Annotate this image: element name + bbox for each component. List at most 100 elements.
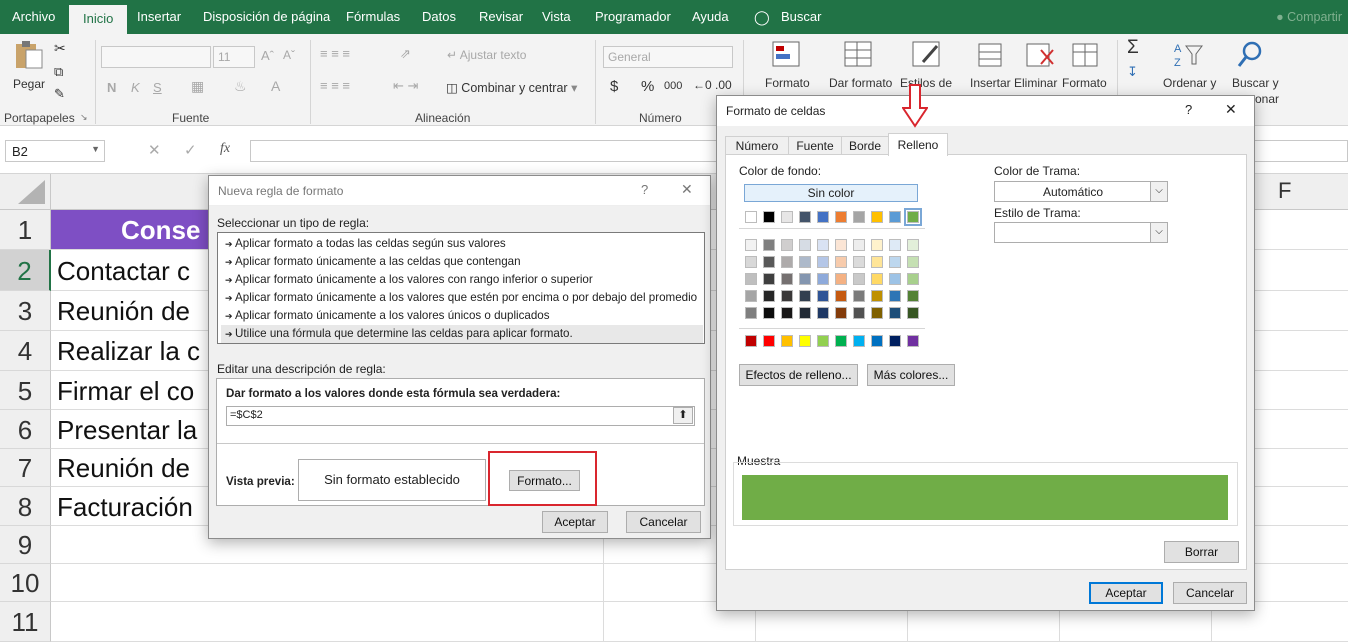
color-swatch[interactable] xyxy=(817,211,829,223)
italic-button[interactable]: K xyxy=(131,80,140,95)
color-swatch[interactable] xyxy=(745,239,757,251)
color-swatch[interactable] xyxy=(745,335,757,347)
color-swatch[interactable] xyxy=(889,335,901,347)
row-header-9[interactable]: 9 xyxy=(0,526,51,564)
color-swatch[interactable] xyxy=(745,290,757,302)
color-swatch[interactable] xyxy=(907,239,919,251)
cancel-button[interactable]: Cancelar xyxy=(626,511,701,533)
share-button[interactable]: ● Compartir xyxy=(1276,10,1342,24)
autosum-icon[interactable]: Σ xyxy=(1127,37,1139,59)
font-size-combo[interactable]: 11 xyxy=(213,46,255,68)
color-swatch[interactable] xyxy=(907,335,919,347)
color-swatch[interactable] xyxy=(763,307,775,319)
clear-button[interactable]: Borrar xyxy=(1164,541,1239,563)
row-header-10[interactable]: 10 xyxy=(0,564,51,602)
row-header-5[interactable]: 5 xyxy=(0,371,51,410)
task-cell[interactable]: Realizar la c xyxy=(51,331,211,371)
rule-type-item[interactable]: ➔ Aplicar formato únicamente a los valor… xyxy=(221,271,703,289)
paste-icon[interactable] xyxy=(12,40,46,70)
rule-type-list[interactable]: ➔ Aplicar formato a todas las celdas seg… xyxy=(217,232,705,344)
delete-cells-icon[interactable] xyxy=(1023,40,1057,70)
color-swatch[interactable] xyxy=(745,211,757,223)
color-swatch[interactable] xyxy=(817,239,829,251)
borders-icon[interactable]: ▦ xyxy=(191,78,204,95)
color-swatch[interactable] xyxy=(763,290,775,302)
fill-color-icon[interactable]: ♨ xyxy=(234,78,247,95)
task-cell[interactable]: Presentar la xyxy=(51,410,211,449)
find-select-button[interactable]: Buscar y xyxy=(1232,76,1279,90)
color-swatch[interactable] xyxy=(799,290,811,302)
task-cell[interactable]: Reunión de xyxy=(51,291,211,331)
color-swatch[interactable] xyxy=(817,256,829,268)
find-select-icon[interactable] xyxy=(1234,40,1268,70)
color-swatch[interactable] xyxy=(799,273,811,285)
color-swatch[interactable] xyxy=(853,273,865,285)
rule-type-item[interactable]: ➔ Aplicar formato únicamente a los valor… xyxy=(221,289,703,307)
color-swatch[interactable] xyxy=(781,290,793,302)
row-header-6[interactable]: 6 xyxy=(0,410,51,449)
color-swatch[interactable] xyxy=(817,335,829,347)
color-swatch[interactable] xyxy=(853,335,865,347)
row-header-11[interactable]: 11 xyxy=(0,602,51,642)
color-swatch[interactable] xyxy=(781,273,793,285)
row-header-3[interactable]: 3 xyxy=(0,291,51,331)
align-left-icon[interactable]: ≡ ≡ ≡ xyxy=(320,78,350,93)
header-cell[interactable]: Conse xyxy=(51,210,211,250)
color-swatch[interactable] xyxy=(871,273,883,285)
ok-button[interactable]: Aceptar xyxy=(1089,582,1163,604)
help-button[interactable]: ? xyxy=(641,182,648,197)
color-swatch[interactable] xyxy=(907,273,919,285)
fill-icon[interactable]: ↧ xyxy=(1127,64,1138,80)
task-cell[interactable]: Contactar c xyxy=(51,250,211,291)
color-swatch[interactable] xyxy=(871,290,883,302)
row-header-4[interactable]: 4 xyxy=(0,331,51,371)
row-header-7[interactable]: 7 xyxy=(0,449,51,487)
tab-relleno[interactable]: Relleno xyxy=(888,133,948,156)
color-swatch[interactable] xyxy=(835,335,847,347)
sort-filter-button[interactable]: Ordenar y xyxy=(1163,76,1216,90)
grow-font-icon[interactable]: Aˆ xyxy=(261,48,274,63)
merge-center-button[interactable]: ◫ Combinar y centrar ▾ xyxy=(446,80,577,95)
color-swatch[interactable] xyxy=(907,290,919,302)
tab-revisar[interactable]: Revisar xyxy=(479,9,523,24)
color-swatch[interactable] xyxy=(817,290,829,302)
delete-cells-button[interactable]: Eliminar xyxy=(1014,76,1057,90)
column-header-f[interactable]: F xyxy=(1278,178,1291,204)
row-header-1[interactable]: 1 xyxy=(0,210,51,250)
close-button[interactable]: ✕ xyxy=(681,181,693,198)
color-swatch[interactable] xyxy=(853,307,865,319)
color-swatch[interactable] xyxy=(763,273,775,285)
color-swatch[interactable] xyxy=(871,335,883,347)
rule-type-item[interactable]: ➔ Aplicar formato únicamente a las celda… xyxy=(221,253,703,271)
task-cell[interactable]: Facturación xyxy=(51,487,211,526)
color-swatch[interactable] xyxy=(889,256,901,268)
number-format-combo[interactable]: General xyxy=(603,46,733,68)
launcher-icon[interactable]: ↘ xyxy=(80,112,88,123)
color-swatch[interactable] xyxy=(781,335,793,347)
color-swatch[interactable] xyxy=(871,307,883,319)
cancel-button[interactable]: Cancelar xyxy=(1173,582,1247,604)
color-swatch[interactable] xyxy=(799,307,811,319)
indent-icon[interactable]: ⇤ ⇥ xyxy=(393,78,418,94)
more-colors-button[interactable]: Más colores... xyxy=(867,364,955,386)
rule-type-item[interactable]: ➔ Aplicar formato únicamente a los valor… xyxy=(221,307,703,325)
cut-icon[interactable]: ✂ xyxy=(54,40,66,57)
insert-cells-button[interactable]: Insertar xyxy=(970,76,1011,90)
color-swatch[interactable] xyxy=(781,256,793,268)
rule-type-item[interactable]: ➔ Utilice una fórmula que determine las … xyxy=(221,325,703,343)
tab-inicio[interactable]: Inicio xyxy=(69,5,128,34)
color-swatch[interactable] xyxy=(853,256,865,268)
color-swatch[interactable] xyxy=(763,211,775,223)
color-swatch[interactable] xyxy=(871,256,883,268)
color-swatch[interactable] xyxy=(817,307,829,319)
color-swatch[interactable] xyxy=(853,239,865,251)
task-cell[interactable]: Reunión de xyxy=(51,449,211,487)
pattern-color-select[interactable]: Automático ⌵ xyxy=(994,181,1168,202)
tab-ayuda[interactable]: Ayuda xyxy=(692,9,729,24)
color-swatch[interactable] xyxy=(871,211,883,223)
color-swatch[interactable] xyxy=(835,239,847,251)
percent-button[interactable]: % xyxy=(641,78,654,95)
tab-numero[interactable]: Número xyxy=(725,136,789,155)
insert-function-button[interactable]: fx xyxy=(220,141,230,157)
help-button[interactable]: ? xyxy=(1185,102,1192,117)
